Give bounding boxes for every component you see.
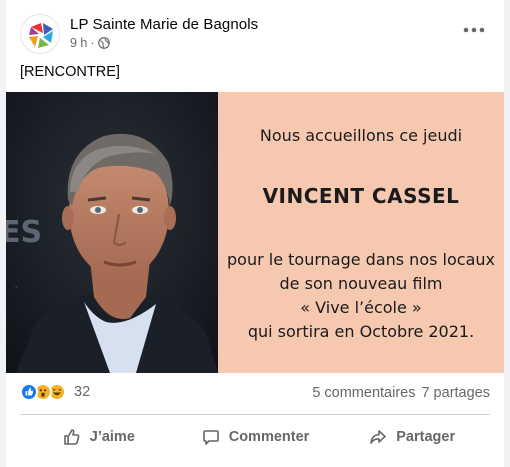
post-image[interactable]: ES · Nous accueillons ce jeudi VINCENT C… bbox=[6, 92, 504, 373]
post-actions: J’aime Commenter Partager bbox=[20, 420, 490, 454]
post-time[interactable]: 9 h bbox=[70, 36, 87, 50]
announcement-panel: Nous accueillons ce jeudi VINCENT CASSEL… bbox=[218, 92, 504, 373]
globe-icon[interactable] bbox=[97, 37, 110, 49]
page-name-link[interactable]: LP Sainte Marie de Bagnols bbox=[70, 16, 258, 33]
share-label: Partager bbox=[396, 429, 456, 445]
page-avatar[interactable] bbox=[20, 14, 60, 54]
reactions-summary[interactable]: 32 bbox=[20, 383, 90, 401]
comments-count-link[interactable]: 5 commentaires bbox=[312, 385, 415, 401]
reaction-count: 32 bbox=[74, 384, 91, 400]
comment-label: Commenter bbox=[228, 429, 310, 445]
post-card: LP Sainte Marie de Bagnols 9 h · [RENCON… bbox=[6, 0, 504, 467]
more-horizontal-icon bbox=[463, 27, 485, 33]
more-options-button[interactable] bbox=[460, 20, 488, 40]
like-label: J’aime bbox=[89, 429, 135, 445]
meta-separator: · bbox=[90, 36, 95, 50]
engagement-counts: 5 commentaires 7 partages bbox=[312, 385, 490, 401]
announcement-guest-name: VINCENT CASSEL bbox=[262, 184, 460, 208]
thumbs-up-icon bbox=[63, 429, 80, 445]
announcement-line-3c: « Vive l’école » bbox=[300, 298, 422, 317]
comment-icon bbox=[202, 430, 219, 445]
like-button[interactable]: J’aime bbox=[20, 420, 177, 454]
share-button[interactable]: Partager bbox=[333, 420, 490, 454]
announcement-details: pour le tournage dans nos locaux de son … bbox=[218, 248, 504, 344]
announcement-line-3b: de son nouveau film bbox=[279, 274, 443, 293]
svg-text:·: · bbox=[14, 280, 18, 296]
post-stats: 32 5 commentaires 7 partages bbox=[20, 380, 490, 406]
like-icon bbox=[20, 383, 38, 401]
shares-count-link[interactable]: 7 partages bbox=[421, 385, 490, 401]
announcement-line-1: Nous accueillons ce jeudi bbox=[259, 126, 463, 145]
comment-button[interactable]: Commenter bbox=[177, 420, 334, 454]
page-logo-icon bbox=[22, 16, 59, 53]
actions-divider bbox=[20, 414, 490, 415]
announcement-line-3d: qui sortira en Octobre 2021. bbox=[247, 322, 475, 341]
portrait-photo: ES · bbox=[6, 92, 218, 373]
post-text: [RENCONTRE] bbox=[20, 64, 120, 80]
post-header: LP Sainte Marie de Bagnols 9 h · bbox=[20, 12, 490, 54]
post-meta: 9 h · bbox=[70, 36, 110, 50]
share-icon bbox=[370, 430, 387, 444]
announcement-line-3a: pour le tournage dans nos locaux bbox=[227, 250, 495, 269]
svg-text:ES: ES bbox=[6, 215, 42, 250]
